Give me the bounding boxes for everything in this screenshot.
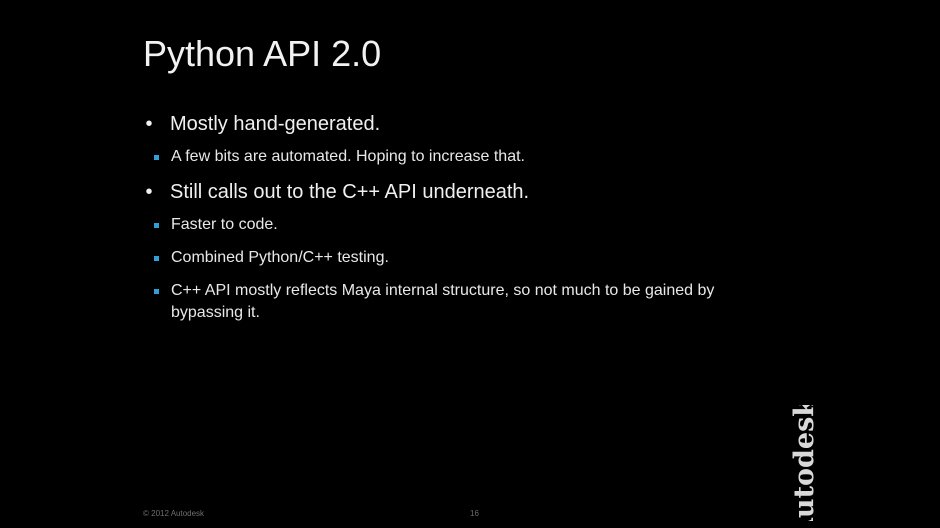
bullet-item: • Still calls out to the C++ API underne… — [143, 177, 763, 207]
bullet-text: Still calls out to the C++ API underneat… — [170, 181, 530, 203]
bullet-dot-icon: • — [145, 181, 153, 203]
slide: Python API 2.0 • Mostly hand-generated. … — [0, 0, 940, 528]
bullet-item: • Mostly hand-generated. — [143, 109, 763, 139]
sub-bullet-text: C++ API mostly reflects Maya internal st… — [171, 282, 715, 321]
footer-copyright: © 2012 Autodesk — [143, 509, 205, 518]
autodesk-logo: Autodesk® — [779, 405, 831, 521]
logo-text: Autodesk — [789, 405, 820, 521]
square-bullet-icon — [154, 256, 159, 261]
page-number: 16 — [470, 509, 479, 518]
bullet-list: • Mostly hand-generated. A few bits are … — [143, 109, 763, 324]
sub-bullet-item: Faster to code. — [143, 214, 763, 236]
square-bullet-icon — [154, 223, 159, 228]
sub-bullet-text: A few bits are automated. Hoping to incr… — [171, 148, 525, 165]
square-bullet-icon — [154, 289, 159, 294]
sub-bullet-text: Faster to code. — [171, 216, 278, 233]
sub-bullet-text: Combined Python/C++ testing. — [171, 249, 389, 266]
slide-title: Python API 2.0 — [143, 33, 382, 74]
sub-bullet-item: C++ API mostly reflects Maya internal st… — [143, 280, 763, 324]
square-bullet-icon — [154, 155, 159, 160]
sub-bullet-item: A few bits are automated. Hoping to incr… — [143, 146, 763, 168]
bullet-dot-icon: • — [145, 113, 153, 135]
sub-bullet-item: Combined Python/C++ testing. — [143, 247, 763, 269]
logo-wordmark: Autodesk® — [789, 405, 820, 521]
bullet-text: Mostly hand-generated. — [170, 113, 381, 135]
